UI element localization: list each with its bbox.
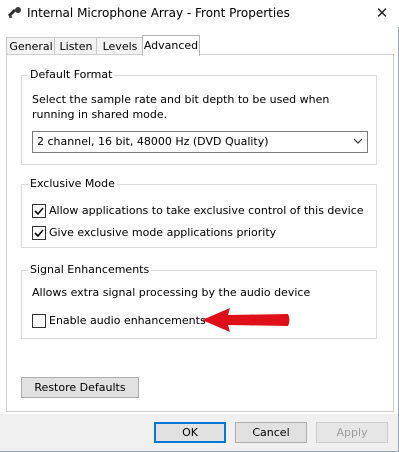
tab-label: General <box>9 40 53 53</box>
default-format-legend: Default Format <box>28 68 115 81</box>
checkmark-icon <box>34 207 44 216</box>
signal-enhancements-description: Allows extra signal processing by the au… <box>32 286 311 299</box>
tab-listen[interactable]: Listen <box>54 37 98 55</box>
signal-enhancements-legend: Signal Enhancements <box>28 263 152 276</box>
tab-advanced[interactable]: Advanced <box>142 35 200 56</box>
tab-levels[interactable]: Levels <box>96 37 144 55</box>
signal-enhancements-group: Signal Enhancements Allows extra signal … <box>21 263 377 339</box>
allow-exclusive-checkbox[interactable] <box>32 204 46 218</box>
title-bar: Internal Microphone Array - Front Proper… <box>0 0 399 27</box>
chevron-down-icon <box>353 134 363 151</box>
cancel-label: Cancel <box>252 426 290 439</box>
default-format-description: Select the sample rate and bit depth to … <box>32 93 330 121</box>
restore-defaults-label: Restore Defaults <box>34 381 126 394</box>
exclusive-mode-legend: Exclusive Mode <box>28 177 117 190</box>
advanced-tab-page: Default Format Select the sample rate an… <box>6 54 394 412</box>
exclusive-mode-group: Exclusive Mode Allow applications to tak… <box>21 177 377 248</box>
enable-enhancements-label[interactable]: Enable audio enhancements <box>49 314 206 327</box>
exclusive-priority-checkbox[interactable] <box>32 226 46 240</box>
cancel-button[interactable]: Cancel <box>235 422 307 443</box>
default-format-select[interactable]: 2 channel, 16 bit, 48000 Hz (DVD Quality… <box>32 131 368 153</box>
apply-button[interactable]: Apply <box>316 422 388 443</box>
tab-label: Listen <box>59 40 93 53</box>
window-title: Internal Microphone Array - Front Proper… <box>27 6 290 20</box>
close-button[interactable]: ✕ <box>370 3 394 23</box>
tab-label: Levels <box>102 40 138 53</box>
ok-button[interactable]: OK <box>154 422 226 443</box>
allow-exclusive-label[interactable]: Allow applications to take exclusive con… <box>49 204 364 217</box>
default-format-value: 2 channel, 16 bit, 48000 Hz (DVD Quality… <box>37 135 269 148</box>
exclusive-priority-label[interactable]: Give exclusive mode applications priorit… <box>49 226 276 239</box>
restore-defaults-button[interactable]: Restore Defaults <box>21 377 139 398</box>
dialog-footer: OK Cancel Apply <box>0 414 398 451</box>
enable-enhancements-checkbox[interactable] <box>32 314 46 328</box>
tab-general[interactable]: General <box>6 37 56 55</box>
ok-label: OK <box>182 426 198 439</box>
apply-label: Apply <box>336 426 368 439</box>
close-icon: ✕ <box>375 4 389 22</box>
red-arrow-annotation <box>200 307 292 336</box>
microphone-icon <box>7 6 23 20</box>
default-format-group: Default Format Select the sample rate an… <box>21 68 377 165</box>
dialog-window: Internal Microphone Array - Front Proper… <box>0 0 399 452</box>
tab-label: Advanced <box>143 39 199 52</box>
checkmark-icon <box>34 229 44 238</box>
